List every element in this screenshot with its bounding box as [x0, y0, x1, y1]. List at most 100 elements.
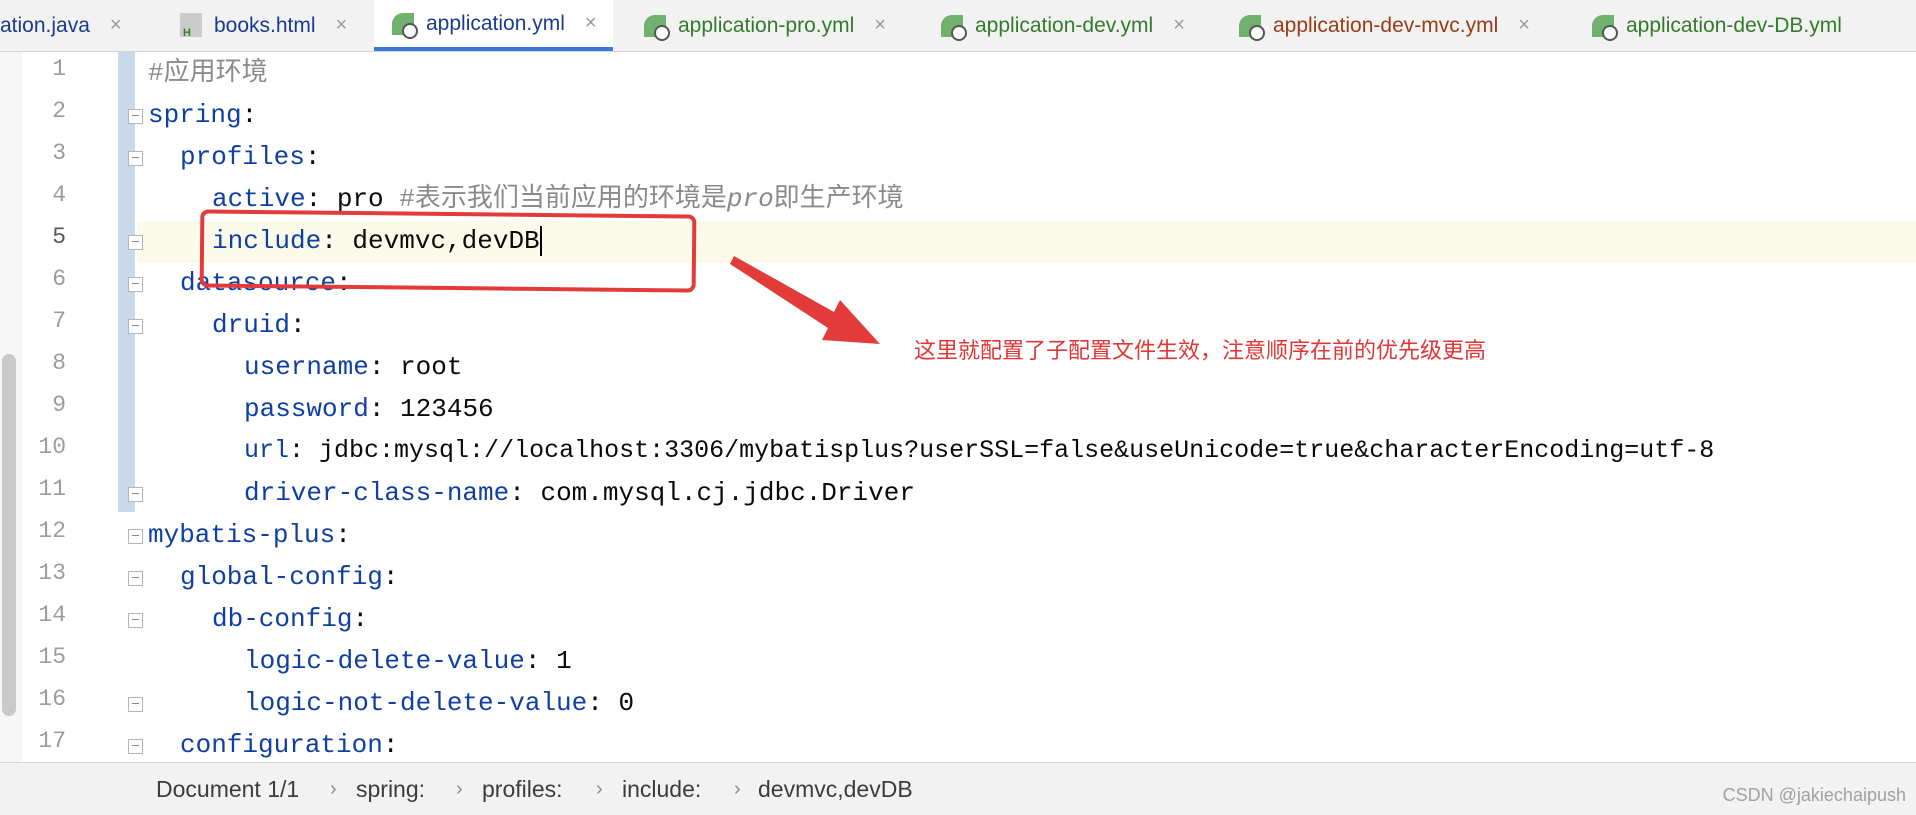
- line-number: 10: [38, 434, 66, 460]
- colon: :: [382, 562, 399, 592]
- code-line-10: url: jdbc:mysql://localhost:3306/mybatis…: [244, 430, 1714, 472]
- colon: :: [524, 646, 541, 676]
- colon: :: [305, 184, 322, 214]
- code-line-16: logic-not-delete-value: 0: [244, 682, 634, 724]
- colon: :: [335, 520, 351, 550]
- line-number: 11: [38, 476, 66, 502]
- yaml-value: 123456: [384, 394, 494, 424]
- line-number: 9: [52, 392, 66, 418]
- chevron-right-icon: ›: [456, 778, 463, 800]
- annotation-arrow-icon: [730, 256, 880, 344]
- close-icon[interactable]: ×: [336, 14, 348, 37]
- yaml-key: url: [244, 436, 290, 465]
- yaml-key: global-config: [180, 562, 383, 592]
- tab-label: ation.java: [0, 13, 90, 37]
- line-number: 3: [52, 140, 66, 166]
- tab-label: application.yml: [426, 11, 565, 35]
- code-line-12: mybatis-plus:: [148, 514, 351, 556]
- breadcrumb-item[interactable]: include:: [622, 763, 701, 815]
- colon: :: [241, 100, 258, 130]
- comment: #应用环境: [148, 58, 268, 88]
- colon: :: [509, 478, 525, 508]
- tab-application-pro-yml[interactable]: application-pro.yml ×: [642, 0, 886, 51]
- tab-application-yml[interactable]: application.yml ×: [374, 0, 613, 51]
- code-line-14: db-config:: [212, 598, 368, 640]
- colon: :: [352, 604, 369, 634]
- close-icon[interactable]: ×: [1518, 14, 1530, 37]
- html-file-icon: H: [178, 12, 204, 39]
- yaml-value: com.mysql.cj.jdbc.Driver: [524, 478, 915, 508]
- line-number: 1: [52, 56, 66, 82]
- code-line-11: driver-class-name: com.mysql.cj.jdbc.Dri…: [244, 472, 915, 514]
- yaml-key: password: [244, 394, 369, 424]
- fold-toggle-icon[interactable]: [128, 739, 143, 754]
- annotation-note: 这里就配置了子配置文件生效，注意顺序在前的优先级更高: [914, 338, 1487, 363]
- tab-books-html[interactable]: H books.html ×: [178, 0, 347, 51]
- tab-label: application-dev.yml: [975, 13, 1154, 37]
- close-icon[interactable]: ×: [874, 14, 886, 37]
- fold-toggle-icon[interactable]: [128, 487, 143, 502]
- editor-scroll-gutter: [0, 52, 23, 762]
- code-line-13: global-config:: [180, 556, 398, 598]
- spring-yaml-icon: [1590, 13, 1618, 41]
- code-line-2: spring:: [148, 94, 257, 136]
- fold-toggle-icon[interactable]: [128, 277, 143, 292]
- spring-yaml-icon: [642, 13, 670, 41]
- tab-application-java[interactable]: ation.java ×: [0, 0, 122, 51]
- comment: pro: [726, 184, 774, 214]
- spring-yaml-icon: [939, 13, 967, 41]
- line-number: 8: [52, 350, 66, 376]
- editor-tab-bar: ation.java × H books.html × application.…: [0, 0, 1916, 52]
- fold-toggle-icon[interactable]: [128, 319, 143, 334]
- fold-toggle-icon[interactable]: [128, 697, 143, 712]
- code-line-17: configuration:: [180, 724, 398, 766]
- fold-toggle-icon[interactable]: [128, 235, 143, 250]
- fold-toggle-icon[interactable]: [128, 529, 143, 544]
- yaml-key: configuration: [180, 730, 383, 760]
- tab-application-dev-yml[interactable]: application-dev.yml ×: [939, 0, 1185, 51]
- fold-toggle-icon[interactable]: [128, 613, 143, 628]
- line-number: 5: [52, 224, 66, 250]
- line-number: 7: [52, 308, 66, 334]
- comment: #表示我们当前应用的环境是: [399, 184, 727, 214]
- colon: :: [289, 436, 305, 465]
- colon: :: [587, 688, 603, 718]
- tab-label: application-pro.yml: [678, 13, 855, 37]
- breadcrumb-bar: Document 1/1 › spring: › profiles: › inc…: [0, 762, 1916, 815]
- tab-application-dev-mvc-yml[interactable]: application-dev-mvc.yml ×: [1237, 0, 1530, 51]
- yaml-key: username: [244, 352, 369, 382]
- line-number: 2: [52, 98, 66, 124]
- close-icon[interactable]: ×: [1173, 14, 1185, 37]
- breadcrumb-item[interactable]: profiles:: [482, 763, 563, 815]
- yaml-value: pro: [321, 184, 400, 214]
- yaml-key: profiles: [180, 142, 305, 172]
- breadcrumb-item[interactable]: devmvc,devDB: [758, 763, 913, 815]
- yaml-key: driver-class-name: [244, 478, 510, 508]
- tab-application-dev-db-yml[interactable]: application-dev-DB.yml: [1590, 0, 1842, 51]
- comment: 即生产环境: [773, 184, 904, 214]
- tab-label: application-dev-mvc.yml: [1273, 13, 1499, 37]
- colon: :: [382, 730, 399, 760]
- line-number: 15: [38, 644, 66, 670]
- tab-label: books.html: [214, 13, 316, 37]
- annotation-highlight-box: [199, 209, 697, 293]
- close-icon[interactable]: ×: [585, 12, 597, 35]
- breadcrumb-item[interactable]: spring:: [356, 763, 425, 815]
- spring-yaml-icon: [390, 11, 418, 39]
- close-icon[interactable]: ×: [110, 14, 122, 37]
- yaml-key: spring: [148, 100, 242, 130]
- code-line-7: druid:: [212, 304, 306, 346]
- fold-toggle-icon[interactable]: [128, 109, 143, 124]
- fold-toggle-icon[interactable]: [128, 151, 143, 166]
- code-line-1: #应用环境: [148, 52, 268, 94]
- vertical-scrollbar[interactable]: [2, 354, 16, 716]
- line-number: 17: [38, 728, 66, 754]
- line-number: 12: [38, 518, 66, 544]
- code-line-3: profiles:: [180, 136, 320, 178]
- breadcrumb-item[interactable]: Document 1/1: [156, 763, 299, 815]
- tab-label: application-dev-DB.yml: [1626, 13, 1842, 37]
- fold-toggle-icon[interactable]: [128, 571, 143, 586]
- line-number: 16: [38, 686, 66, 712]
- yaml-key: logic-delete-value: [244, 646, 525, 676]
- code-line-15: logic-delete-value: 1: [244, 640, 572, 682]
